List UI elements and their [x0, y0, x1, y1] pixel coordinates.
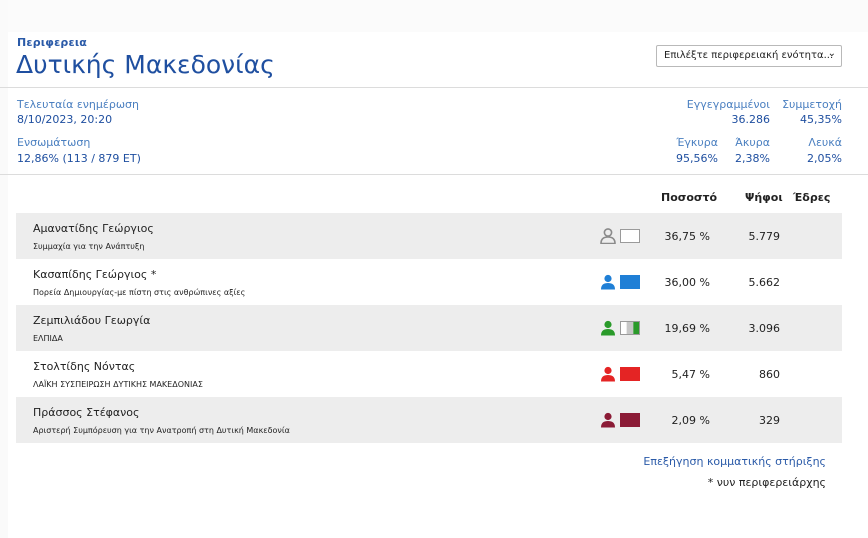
invalid-value: 2,38%	[735, 152, 770, 165]
party-name: Συμμαχία για την Ανάπτυξη	[33, 242, 145, 251]
column-header-seats: Έδρες	[793, 191, 831, 204]
page-title: Δυτικής Μακεδονίας	[16, 50, 275, 79]
candidate-name: Πράσσος Στέφανος	[33, 406, 140, 419]
table-row: Αμανατίδης Γεώργιος Συμμαχία για την Ανάπ…	[16, 213, 842, 259]
votes-cell: 5.779	[748, 230, 781, 243]
votes-cell: 3.096	[748, 322, 781, 335]
party-support-link[interactable]: Επεξήγηση κομματικής στήριξης	[643, 455, 826, 468]
candidate-name: Κασαπίδης Γεώργιος *	[33, 268, 157, 281]
candidate-name: Αμανατίδης Γεώργιος	[33, 222, 154, 235]
person-icon	[601, 320, 615, 336]
column-header-percent: Ποσοστό	[661, 191, 718, 204]
integration-value: 12,86% (113 / 879 ΕΤ)	[17, 152, 141, 165]
candidate-name: Ζεμπιλιάδου Γεωργία	[33, 314, 151, 327]
percent-cell: 36,00 %	[664, 276, 710, 289]
party-name: Αριστερή Συμπόρευση για την Ανατροπή στη…	[33, 426, 290, 435]
turnout-value: 45,35%	[800, 113, 842, 126]
party-name: Πορεία Δημιουργίας-με πίστη στις ανθρώπι…	[33, 288, 246, 297]
top-band	[0, 0, 868, 32]
valid-value: 95,56%	[676, 152, 718, 165]
column-header-votes: Ψήφοι	[745, 191, 783, 204]
person-icon	[601, 366, 615, 382]
person-icon	[601, 412, 615, 428]
party-flag-icon	[620, 275, 640, 289]
table-row: Κασαπίδης Γεώργιος * Πορεία Δημιουργίας-μ…	[16, 259, 842, 305]
divider	[0, 87, 868, 88]
percent-cell: 19,69 %	[664, 322, 710, 335]
party-flag-icon	[620, 321, 640, 335]
party-flag-icon	[620, 367, 640, 381]
side-gutter	[0, 0, 8, 538]
party-name: ΛΑΪΚΗ ΣΥΣΠΕΙΡΩΣΗ ΔΥΤΙΚΗΣ ΜΑΚΕΔΟΝΙΑΣ	[33, 380, 203, 389]
votes-cell: 860	[759, 368, 780, 381]
person-icon	[600, 228, 616, 244]
votes-cell: 5.662	[748, 276, 781, 289]
regional-unit-select[interactable]: Επιλέξτε περιφερειακή ενότητα... ⌄	[656, 45, 842, 67]
votes-cell: 329	[759, 414, 780, 427]
footnote: * νυν περιφερειάρχης	[707, 476, 826, 489]
percent-cell: 2,09 %	[671, 414, 710, 427]
integration-label: Ενσωμάτωση	[17, 136, 91, 149]
election-results-page: Περιφερεια Δυτικής Μακεδονίας Επιλέξτε π…	[0, 0, 868, 538]
chevron-down-icon: ⌄	[827, 48, 836, 59]
blank-label: Λευκά	[808, 136, 842, 149]
table-row: Ζεμπιλιάδου Γεωργία ΕΛΠΙΔΑ 19,69 % 3.096	[16, 305, 842, 351]
party-flag-icon	[620, 413, 640, 427]
valid-label: Έγκυρα	[676, 136, 718, 149]
table-row: Πράσσος Στέφανος Αριστερή Συμπόρευση για …	[16, 397, 842, 443]
party-flag-icon	[620, 229, 640, 243]
region-kicker: Περιφερεια	[17, 36, 88, 49]
select-value: Επιλέξτε περιφερειακή ενότητα...	[664, 50, 834, 61]
registered-value: 36.286	[731, 113, 771, 126]
candidate-name: Στολτίδης Νόντας	[33, 360, 136, 373]
divider	[0, 174, 868, 175]
percent-cell: 5,47 %	[671, 368, 710, 381]
percent-cell: 36,75 %	[664, 230, 710, 243]
blank-value: 2,05%	[807, 152, 842, 165]
last-update-value: 8/10/2023, 20:20	[17, 113, 113, 126]
turnout-label: Συμμετοχή	[782, 98, 842, 111]
last-update-label: Τελευταία ενημέρωση	[17, 98, 139, 111]
person-icon	[601, 274, 615, 290]
invalid-label: Άκυρα	[735, 136, 770, 149]
party-name: ΕΛΠΙΔΑ	[33, 334, 63, 343]
table-row: Στολτίδης Νόντας ΛΑΪΚΗ ΣΥΣΠΕΙΡΩΣΗ ΔΥΤΙΚΗΣ…	[16, 351, 842, 397]
registered-label: Εγγεγραμμένοι	[686, 98, 770, 111]
